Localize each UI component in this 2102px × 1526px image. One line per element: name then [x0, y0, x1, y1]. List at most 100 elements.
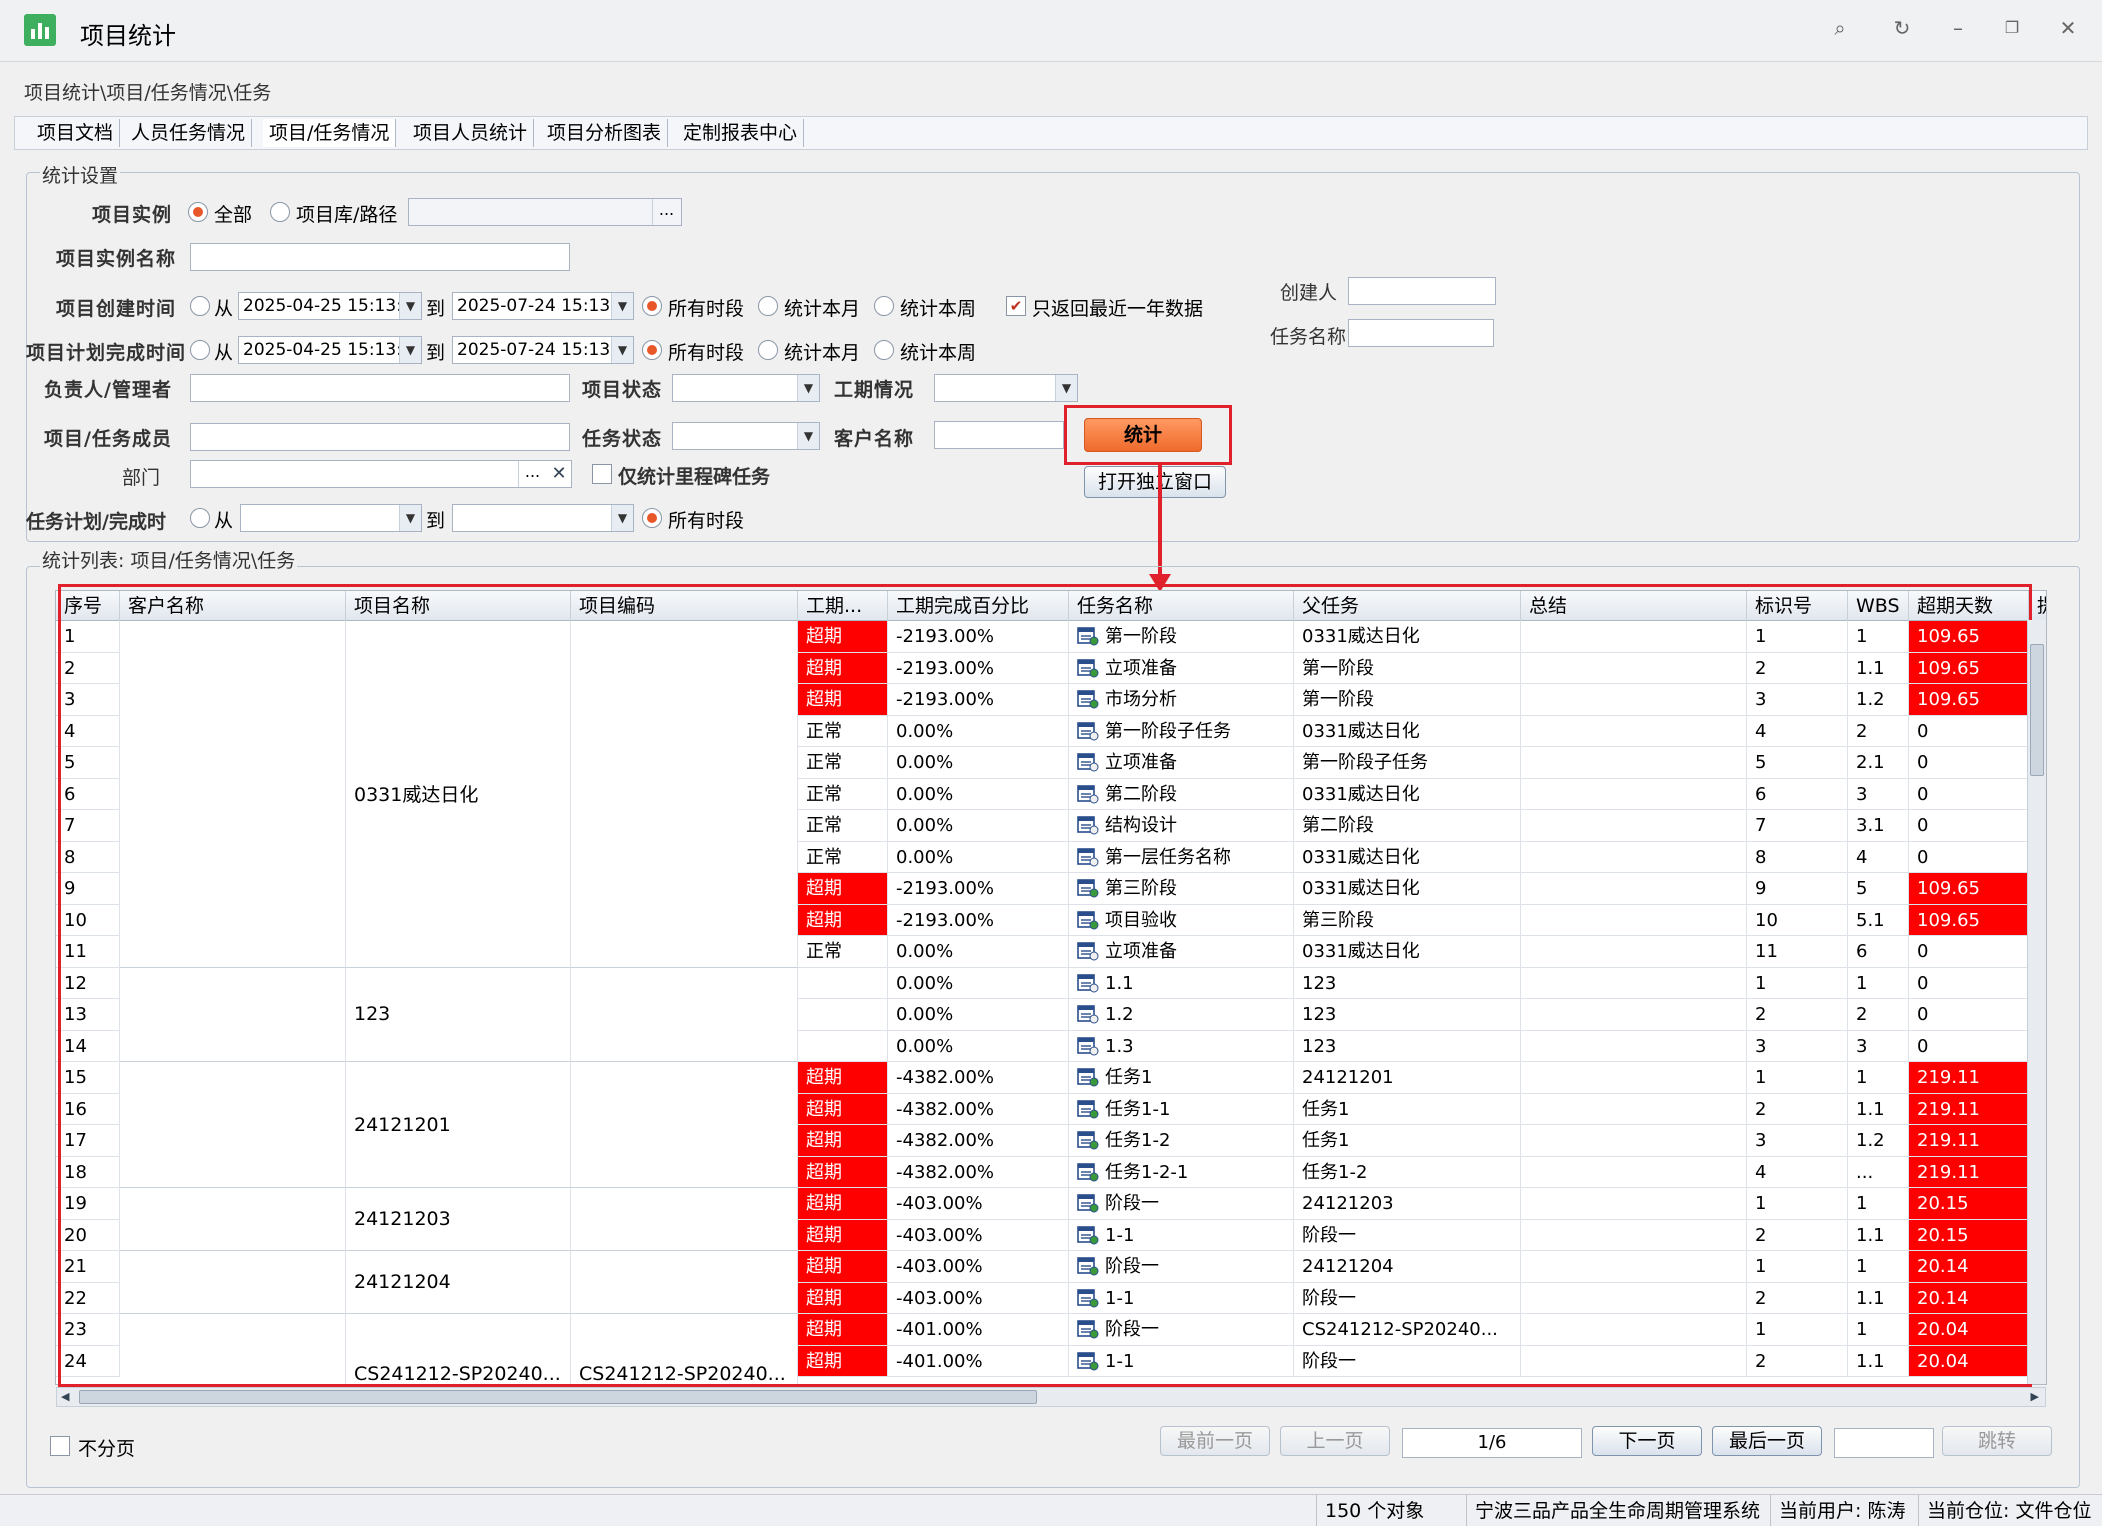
task-status-select[interactable]: ▼ — [672, 422, 820, 450]
scroll-right-icon[interactable]: ▶ — [2031, 1390, 2039, 1403]
task-plan-to-label: 到 — [426, 510, 446, 532]
create-time-month-label: 统计本月 — [784, 298, 861, 320]
horizontal-scroll-thumb[interactable] — [79, 1390, 1037, 1404]
department-browse-button[interactable]: ... — [518, 461, 546, 487]
plan-finish-to-select[interactable]: 2025-07-24 15:13: ▼ — [452, 336, 634, 364]
member-input[interactable] — [190, 423, 570, 451]
project-instance-label: 项目实例 — [92, 204, 173, 226]
first-page-button[interactable]: 最前一页 — [1160, 1426, 1270, 1456]
current-user: 当前用户: 陈涛 — [1770, 1495, 1918, 1526]
creator-input[interactable] — [1348, 277, 1496, 305]
breadcrumb: 项目统计\项目/任务情况\任务 — [24, 82, 272, 104]
instance-lib-label: 项目库/路径 — [296, 204, 398, 226]
instance-path-input[interactable] — [408, 198, 682, 226]
plan-finish-month-radio[interactable] — [758, 340, 778, 360]
arrow-line — [1158, 464, 1162, 576]
project-status-select[interactable]: ▼ — [672, 374, 820, 402]
recent-year-label: 只返回最近一年数据 — [1032, 298, 1204, 320]
stat-button[interactable]: 统计 — [1084, 418, 1202, 452]
create-time-range-radio[interactable] — [190, 296, 210, 316]
owner-input[interactable] — [190, 374, 570, 402]
plan-finish-all-label: 所有时段 — [668, 342, 745, 364]
plan-finish-month-label: 统计本月 — [784, 342, 861, 364]
settings-legend: 统计设置 — [40, 161, 121, 188]
chevron-down-icon[interactable]: ▼ — [399, 505, 421, 531]
jump-button[interactable]: 跳转 — [1942, 1426, 2052, 1456]
page-indicator: 1/6 — [1402, 1428, 1582, 1458]
tab-project-docs[interactable]: 项目文档 — [31, 119, 121, 147]
bar-chart-icon — [24, 14, 56, 46]
task-plan-from-label: 从 — [214, 510, 234, 532]
minimize-icon[interactable]: – — [1944, 14, 1972, 42]
tab-project-staff[interactable]: 项目人员统计 — [407, 119, 535, 147]
close-icon[interactable]: ✕ — [2054, 14, 2082, 42]
scroll-left-icon[interactable]: ◀ — [61, 1390, 69, 1403]
creator-label: 创建人 — [1280, 282, 1338, 304]
instance-browse-button[interactable]: ... — [652, 199, 680, 225]
chevron-down-icon[interactable]: ▼ — [399, 337, 421, 363]
chevron-down-icon[interactable]: ▼ — [611, 505, 633, 531]
chevron-down-icon[interactable]: ▼ — [797, 423, 819, 449]
task-status-label: 任务状态 — [582, 428, 663, 450]
tab-staff-tasks[interactable]: 人员任务情况 — [125, 119, 253, 147]
department-clear-icon[interactable]: ✕ — [546, 461, 572, 487]
plan-finish-range-radio[interactable] — [190, 340, 210, 360]
chevron-down-icon[interactable]: ▼ — [1055, 375, 1077, 401]
task-plan-range-radio[interactable] — [190, 508, 210, 528]
jump-page-input[interactable] — [1834, 1428, 1934, 1458]
prev-page-button[interactable]: 上一页 — [1280, 1426, 1390, 1456]
tab-custom-reports[interactable]: 定制报表中心 — [677, 119, 805, 147]
list-legend: 统计列表: 项目/任务情况\任务 — [40, 546, 298, 573]
task-name-label: 任务名称 — [1270, 326, 1347, 348]
create-time-to-label: 到 — [426, 298, 446, 320]
object-count: 150 个对象 — [1316, 1495, 1466, 1526]
plan-finish-to-label: 到 — [426, 342, 446, 364]
member-label: 项目/任务成员 — [44, 428, 172, 450]
task-name-input[interactable] — [1348, 319, 1494, 347]
chevron-down-icon[interactable]: ▼ — [399, 293, 421, 319]
vertical-scroll-thumb[interactable] — [2030, 644, 2044, 776]
create-time-to-select[interactable]: 2025-07-24 15:13: ▼ — [452, 292, 634, 320]
tab-project-task[interactable]: 项目/任务情况 — [263, 119, 397, 147]
create-time-from-label: 从 — [214, 298, 234, 320]
recent-year-checkbox[interactable]: ✔ — [1006, 296, 1026, 316]
create-time-label: 项目创建时间 — [56, 298, 177, 320]
vertical-scrollbar[interactable] — [2027, 620, 2046, 1384]
last-page-button[interactable]: 最后一页 — [1712, 1426, 1822, 1456]
instance-all-radio[interactable] — [188, 202, 208, 222]
horizontal-scrollbar[interactable]: ◀ ▶ — [56, 1387, 2046, 1407]
no-paging-checkbox[interactable] — [50, 1436, 70, 1456]
window-title: 项目统计 — [80, 22, 176, 50]
chevron-down-icon[interactable]: ▼ — [611, 337, 633, 363]
create-time-month-radio[interactable] — [758, 296, 778, 316]
milestone-only-label: 仅统计里程碑任务 — [618, 466, 771, 488]
refresh-icon[interactable]: ↻ — [1888, 14, 1916, 42]
duration-status-select[interactable]: ▼ — [934, 374, 1078, 402]
customer-input[interactable] — [934, 421, 1064, 449]
milestone-only-checkbox[interactable] — [592, 464, 612, 484]
task-plan-label: 任务计划/完成时 — [26, 511, 166, 533]
task-plan-from-select[interactable]: ▼ — [240, 504, 422, 532]
create-time-week-label: 统计本周 — [900, 298, 977, 320]
system-name: 宁波三品产品全生命周期管理系统 — [1466, 1495, 1770, 1526]
plan-finish-from-select[interactable]: 2025-04-25 15:13: ▼ — [238, 336, 422, 364]
create-time-all-radio[interactable] — [642, 296, 662, 316]
create-time-from-select[interactable]: 2025-04-25 15:13: ▼ — [238, 292, 422, 320]
plan-finish-week-radio[interactable] — [874, 340, 894, 360]
search-icon[interactable]: ⌕ — [1826, 14, 1854, 42]
department-label: 部门 — [122, 467, 161, 489]
task-plan-all-radio[interactable] — [642, 508, 662, 528]
task-plan-to-select[interactable]: ▼ — [452, 504, 634, 532]
department-input[interactable] — [190, 460, 572, 488]
create-time-week-radio[interactable] — [874, 296, 894, 316]
no-paging-label: 不分页 — [78, 1438, 136, 1460]
instance-name-input[interactable] — [190, 243, 570, 271]
next-page-button[interactable]: 下一页 — [1592, 1426, 1702, 1456]
tab-analysis-charts[interactable]: 项目分析图表 — [541, 119, 669, 147]
chevron-down-icon[interactable]: ▼ — [611, 293, 633, 319]
plan-finish-all-radio[interactable] — [642, 340, 662, 360]
restore-icon[interactable]: ❐ — [1998, 14, 2026, 42]
open-window-button[interactable]: 打开独立窗口 — [1084, 466, 1226, 498]
instance-lib-radio[interactable] — [270, 202, 290, 222]
chevron-down-icon[interactable]: ▼ — [797, 375, 819, 401]
